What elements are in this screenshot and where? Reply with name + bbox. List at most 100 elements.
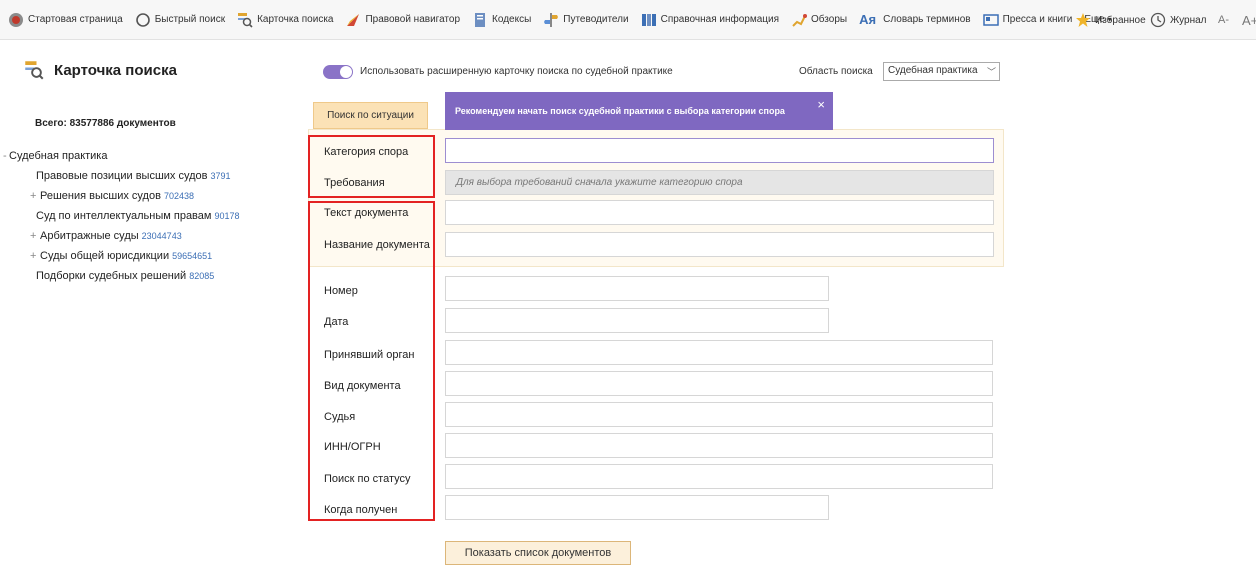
field-label-requirements: Требования (324, 177, 385, 189)
font-increase-label: A+ (1242, 12, 1256, 28)
toolbar-reviews[interactable]: Обзоры (791, 12, 847, 28)
expand-icon[interactable]: + (30, 226, 36, 246)
reference-info-icon (641, 13, 656, 26)
field-label-status-search: Поиск по статусу (324, 473, 411, 485)
codes-icon (475, 12, 486, 27)
tab-situation-search[interactable]: Поиск по ситуации (313, 102, 428, 129)
font-increase-button[interactable]: A+ (1242, 0, 1256, 40)
close-icon[interactable]: × (817, 86, 825, 124)
tree-item-decision-collections[interactable]: Подборки судебных решений 82085 (0, 266, 298, 286)
field-label-number: Номер (324, 285, 358, 297)
tree-item-general-courts[interactable]: + Суды общей юрисдикции 59654651 (0, 246, 298, 266)
left-panel: Карточка поиска Всего: 83577886 документ… (0, 40, 298, 563)
judge-input[interactable] (445, 402, 993, 427)
toolbar-item-label: Пресса и книги (1002, 14, 1073, 25)
tree-item-judicial-practice[interactable]: - Судебная практика (0, 146, 298, 166)
expand-icon[interactable]: + (30, 246, 36, 266)
collapse-icon[interactable]: - (3, 146, 7, 166)
hint-tooltip-text: Рекомендуем начать поиск судебной практи… (455, 106, 785, 116)
toolbar-item-label: Путеводители (563, 14, 629, 25)
tree-item-legal-positions[interactable]: Правовые позиции высших судов 3791 (0, 166, 298, 186)
field-label-issuing-authority: Принявший орган (324, 349, 415, 361)
tree-item-label: Подборки судебных решений (36, 270, 187, 282)
field-label-inn-ogrn: ИНН/ОГРН (324, 441, 381, 453)
legal-navigator-icon (347, 13, 360, 26)
reviews-icon (792, 13, 808, 27)
search-card-form: Использовать расширенную карточку поиска… (298, 40, 1256, 565)
toolbar-reference-info[interactable]: Справочная информация (641, 12, 779, 28)
tree-item-label: Судебная практика (9, 150, 108, 162)
tree-item-label: Решения высших судов (40, 190, 161, 202)
tree-item-label: Суд по интеллектуальным правам (36, 210, 212, 222)
toolbar-press-books[interactable]: Пресса и книги (982, 12, 1073, 28)
toolbar-dictionary[interactable]: Aя Словарь терминов (859, 12, 971, 28)
inn-ogrn-input[interactable] (445, 433, 993, 458)
toolbar-favorites[interactable]: Избранное (1075, 0, 1146, 40)
document-title-input[interactable] (445, 232, 994, 257)
extended-card-toggle[interactable] (323, 65, 353, 79)
total-documents: Всего: 83577886 документов (35, 118, 176, 129)
toolbar-item-label: Справочная информация (660, 14, 780, 25)
press-books-icon (982, 13, 999, 26)
toolbar-item-label: Кодексы (492, 14, 532, 25)
hint-tooltip: Рекомендуем начать поиск судебной практи… (445, 92, 833, 130)
tree-item-arbitration-courts[interactable]: + Арбитражные суды 23044743 (0, 226, 298, 246)
star-icon (1076, 13, 1090, 27)
show-documents-button[interactable]: Показать список документов (445, 541, 631, 565)
issuing-authority-input[interactable] (445, 340, 993, 365)
field-label-document-text: Текст документа (324, 207, 409, 219)
search-scope-value: Судебная практика (888, 65, 978, 76)
dictionary-icon: Aя (859, 11, 877, 27)
quick-search-icon (135, 12, 150, 27)
search-card-icon (25, 61, 44, 80)
toolbar-item-label: Словарь терминов (883, 14, 971, 25)
journal-label: Журнал (1170, 14, 1207, 26)
toolbar-item-label: Правовой навигатор (365, 14, 461, 25)
search-card-icon (238, 12, 253, 28)
field-label-received-date: Когда получен (324, 504, 398, 516)
dispute-category-input[interactable] (445, 138, 994, 163)
tree-item-higher-courts[interactable]: + Решения высших судов 702438 (0, 186, 298, 206)
tree-item-ip-court[interactable]: Суд по интеллектуальным правам 90178 (0, 206, 298, 226)
guides-icon (544, 12, 559, 27)
toolbar-item-label: Быстрый поиск (154, 14, 226, 25)
top-toolbar: Стартовая страница Быстрый поиск Карточк… (0, 0, 1256, 40)
number-input[interactable] (445, 276, 829, 301)
field-label-dispute-category: Категория спора (324, 146, 409, 158)
document-type-input[interactable] (445, 371, 993, 396)
field-label-date: Дата (324, 316, 349, 328)
font-decrease-button[interactable]: A- (1218, 0, 1229, 40)
field-label-document-title: Название документа (324, 239, 430, 251)
tree-item-count: 90178 (214, 211, 240, 221)
search-scope-label: Область поиска (799, 66, 873, 77)
clock-icon (1150, 12, 1166, 28)
extended-card-toggle-label: Использовать расширенную карточку поиска… (360, 66, 673, 77)
chevron-down-icon: ﹀ (986, 67, 996, 77)
home-globe-icon (9, 12, 23, 27)
tree-item-label: Суды общей юрисдикции (40, 250, 170, 262)
toolbar-quick-search[interactable]: Быстрый поиск (135, 12, 225, 28)
expand-icon[interactable]: + (30, 186, 36, 206)
field-label-document-type: Вид документа (324, 380, 401, 392)
toolbar-guides[interactable]: Путеводители (543, 12, 629, 28)
tree-item-count: 702438 (163, 191, 194, 201)
toolbar-start-page[interactable]: Стартовая страница (8, 12, 123, 28)
status-search-input[interactable] (445, 464, 993, 489)
toolbar-journal[interactable]: Журнал (1150, 0, 1207, 40)
received-date-input[interactable] (445, 495, 829, 520)
toolbar-search-card[interactable]: Карточка поиска (237, 12, 333, 28)
tree-item-count: 82085 (189, 271, 215, 281)
toolbar-item-label: Стартовая страница (28, 14, 123, 25)
date-input[interactable] (445, 308, 829, 333)
favorites-label: Избранное (1095, 14, 1146, 26)
toolbar-item-label: Обзоры (811, 14, 848, 25)
tree-item-count: 23044743 (141, 231, 182, 241)
toolbar-codes[interactable]: Кодексы (472, 12, 531, 28)
font-decrease-label: A- (1218, 14, 1229, 26)
requirements-placeholder: Для выбора требований сначала укажите ка… (456, 177, 743, 188)
search-scope-select[interactable]: Судебная практика ﹀ (883, 62, 1000, 81)
document-text-input[interactable] (445, 200, 994, 225)
toolbar-legal-navigator[interactable]: Правовой навигатор (345, 12, 460, 28)
toolbar-item-label: Карточка поиска (257, 14, 334, 25)
tree-item-label: Правовые позиции высших судов (36, 170, 208, 182)
